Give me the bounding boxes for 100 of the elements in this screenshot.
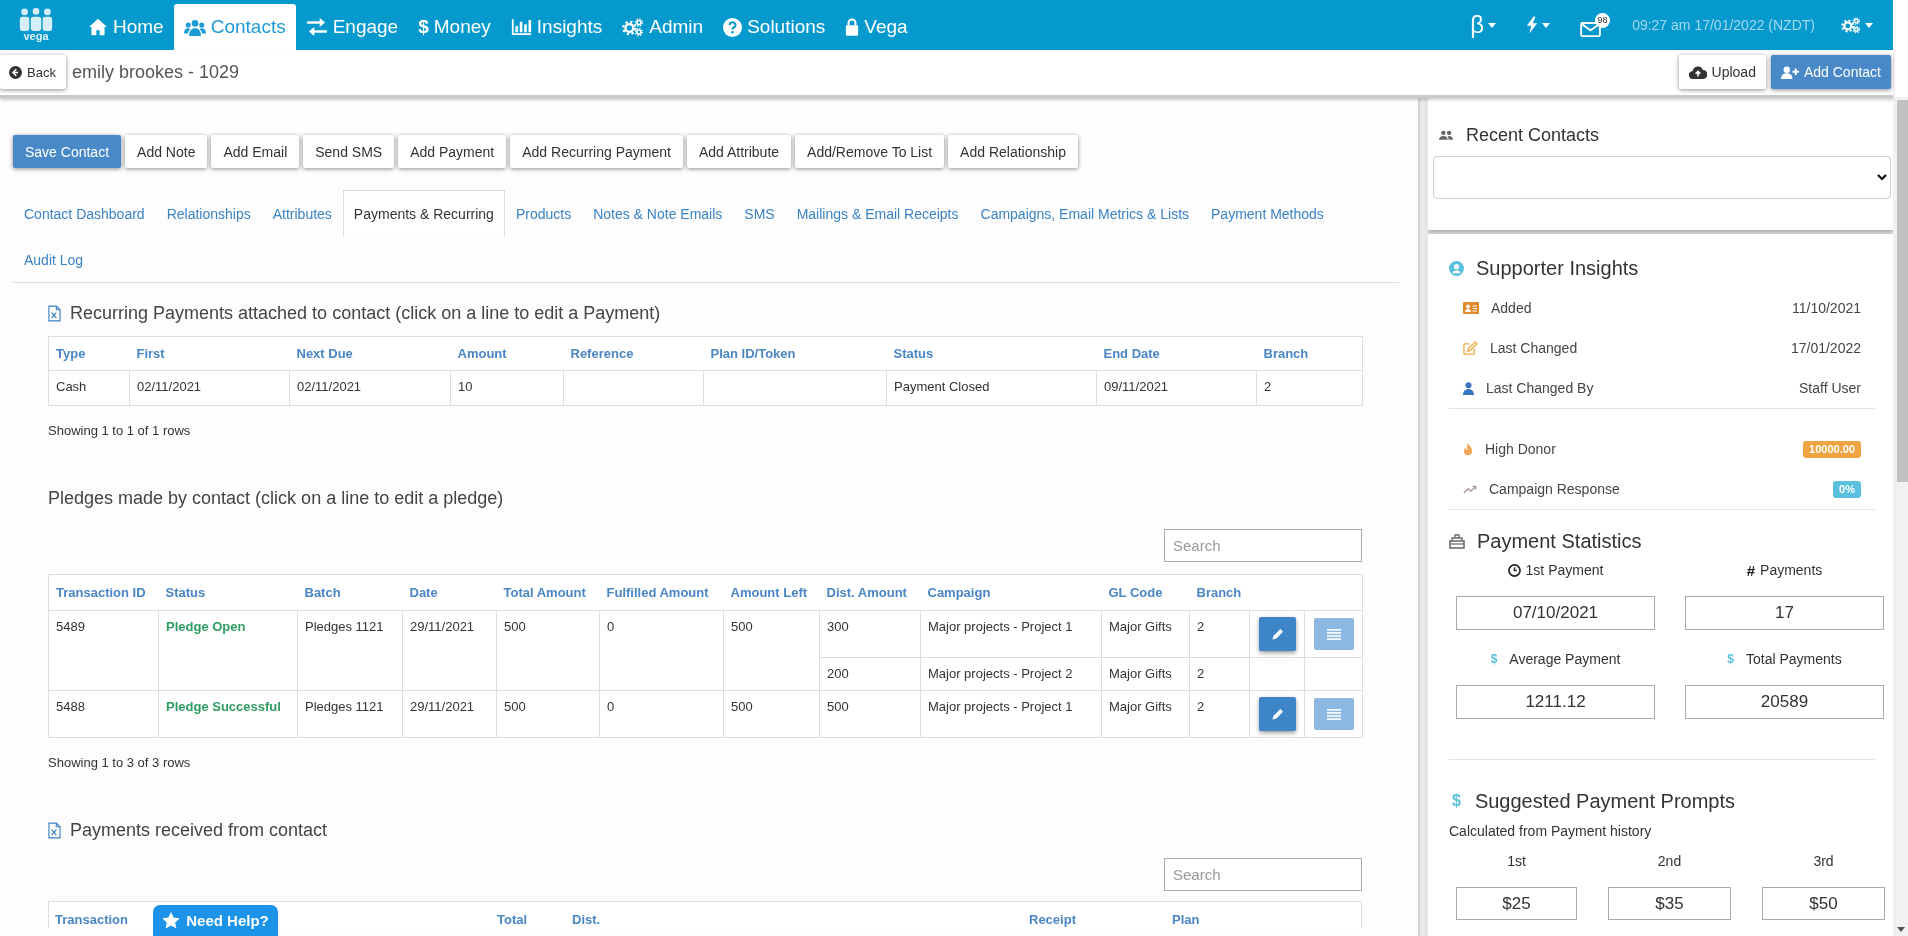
prompt-value-field: $35 <box>1608 887 1731 920</box>
stat-label: Average Payment <box>1509 651 1621 667</box>
list-button[interactable] <box>1313 698 1354 730</box>
beta-menu-button[interactable]: β <box>1470 12 1497 38</box>
panel-title: Recent Contacts <box>1466 124 1600 147</box>
section-title: Recurring Payments attached to contact (click on a line to edit a Payment) <box>70 302 661 325</box>
action-button[interactable]: Save Contact <box>13 135 122 168</box>
spreadsheet-file-icon[interactable] <box>48 821 61 839</box>
stat-value-field: 17 <box>1685 596 1884 630</box>
prompt-value-field: $25 <box>1456 887 1577 920</box>
edit-button[interactable] <box>1258 617 1296 651</box>
table-cell: Major projects - Project 1 <box>920 690 1102 738</box>
pencil-icon <box>1271 628 1283 640</box>
tab[interactable]: Payment Methods <box>1200 190 1335 236</box>
column-header: Fulfilled Amount <box>599 574 724 611</box>
tab[interactable]: Payments & Recurring <box>342 190 505 236</box>
nav-tab[interactable]: Vega <box>835 4 918 50</box>
column-header: First <box>129 336 290 371</box>
nav-tab[interactable]: Admin <box>612 4 714 50</box>
clock-icon <box>1507 563 1521 577</box>
table-cell: 10 <box>450 370 564 406</box>
tab[interactable]: Audit Log <box>13 236 95 282</box>
table-cell: 2 <box>1189 690 1250 738</box>
row-count-text: Showing 1 to 3 of 3 rows <box>48 754 192 772</box>
lightning-menu-button[interactable] <box>1526 16 1551 34</box>
table-cell: 29/11/2021 <box>402 610 497 691</box>
list-icon <box>1326 628 1341 640</box>
tab[interactable]: Products <box>504 190 583 236</box>
note-text: Calculated from Payment history <box>1449 822 1653 841</box>
table-cell: 500 <box>723 610 820 691</box>
action-button[interactable]: Add Recurring Payment <box>510 135 683 168</box>
column-header: Date <box>402 574 497 611</box>
table-cell: Pledge Successful <box>158 690 298 738</box>
list-button[interactable] <box>1313 618 1354 650</box>
action-button[interactable]: Add Payment <box>398 135 507 168</box>
table-cell: Payment Closed <box>886 370 1097 406</box>
stat-value-field: 20589 <box>1685 685 1884 719</box>
stat-value-field: 07/10/2021 <box>1456 596 1655 630</box>
table-cell: Major projects - Project 2 <box>920 657 1102 691</box>
action-button[interactable]: Add Relationship <box>948 135 1078 168</box>
settings-menu-button[interactable] <box>1841 16 1873 34</box>
dollar-sign: $ <box>1452 791 1461 811</box>
action-button[interactable]: Add Attribute <box>686 135 792 168</box>
table-cell: 2 <box>1189 657 1250 691</box>
table-cell: Major Gifts <box>1101 690 1190 738</box>
panel-title: Supporter Insights <box>1476 256 1639 281</box>
mail-button[interactable]: 98 <box>1580 13 1611 37</box>
column-header: Status <box>886 336 1097 371</box>
action-button[interactable]: Add/Remove To List <box>795 135 945 168</box>
table-cell: 2 <box>1189 610 1250 658</box>
pencil-icon <box>1271 708 1283 720</box>
prompt-label: 1st <box>1506 852 1527 871</box>
back-button[interactable]: Back <box>0 55 66 89</box>
tab[interactable]: Relationships <box>155 190 262 236</box>
fact-label: Last Changed By <box>1486 380 1594 396</box>
action-button[interactable]: Add Email <box>211 135 300 168</box>
tab[interactable]: Contact Dashboard <box>13 190 156 236</box>
header-button[interactable]: Upload <box>1678 55 1766 89</box>
table-cell: 09/11/2021 <box>1096 370 1257 406</box>
id-card-icon <box>1463 302 1479 314</box>
edit-button[interactable] <box>1258 697 1296 731</box>
people-icon <box>1439 130 1453 140</box>
action-button[interactable]: Add Note <box>125 135 208 168</box>
column-header: Dist. Amount <box>819 574 921 611</box>
column-header: Plan <box>1171 911 1200 928</box>
fact-value: Staff User <box>1799 380 1861 396</box>
table-cell: Major Gifts <box>1101 610 1190 658</box>
action-button[interactable]: Send SMS <box>303 135 395 168</box>
tab[interactable]: Notes & Note Emails <box>582 190 734 236</box>
tab[interactable]: Mailings & Email Receipts <box>785 190 970 236</box>
table-cell: 0 <box>599 690 724 738</box>
nav-tab[interactable]: Insights <box>500 4 613 50</box>
table-cell: 500 <box>496 690 600 738</box>
tab[interactable]: SMS <box>733 190 786 236</box>
search-field[interactable]: Search <box>1164 858 1362 891</box>
nav-tab[interactable]: Engage <box>295 4 409 50</box>
tab[interactable]: Campaigns, Email Metrics & Lists <box>969 190 1201 236</box>
table-cell: Major projects - Project 1 <box>920 610 1102 658</box>
help-button[interactable]: Need Help? <box>153 905 278 936</box>
scrollbar-thumb[interactable] <box>1897 100 1908 482</box>
panel-title: Payment Statistics <box>1477 529 1642 554</box>
exchange-arrows-icon <box>305 18 328 36</box>
column-header: Transaction ID <box>48 574 159 611</box>
panel-title: Suggested Payment Prompts <box>1474 789 1736 814</box>
tab[interactable]: Attributes <box>261 190 343 236</box>
spreadsheet-file-icon[interactable] <box>48 304 61 322</box>
home-icon <box>88 18 108 36</box>
nav-tab[interactable]: $ Money <box>408 4 501 50</box>
edit-square-icon <box>1463 341 1478 355</box>
header-button[interactable]: Add Contact <box>1770 55 1891 89</box>
nav-tab[interactable]: Contacts <box>173 4 296 50</box>
nav-tab[interactable]: Home <box>78 4 174 50</box>
column-header: Next Due <box>289 336 451 371</box>
search-field[interactable]: Search <box>1164 529 1362 562</box>
nav-tab[interactable]: Solutions <box>713 4 836 50</box>
stat-label: Total Payments <box>1746 651 1842 667</box>
caret-icon <box>1542 22 1551 28</box>
column-header: End Date <box>1096 336 1257 371</box>
star-icon <box>162 912 181 929</box>
column-header: Type <box>48 336 130 371</box>
